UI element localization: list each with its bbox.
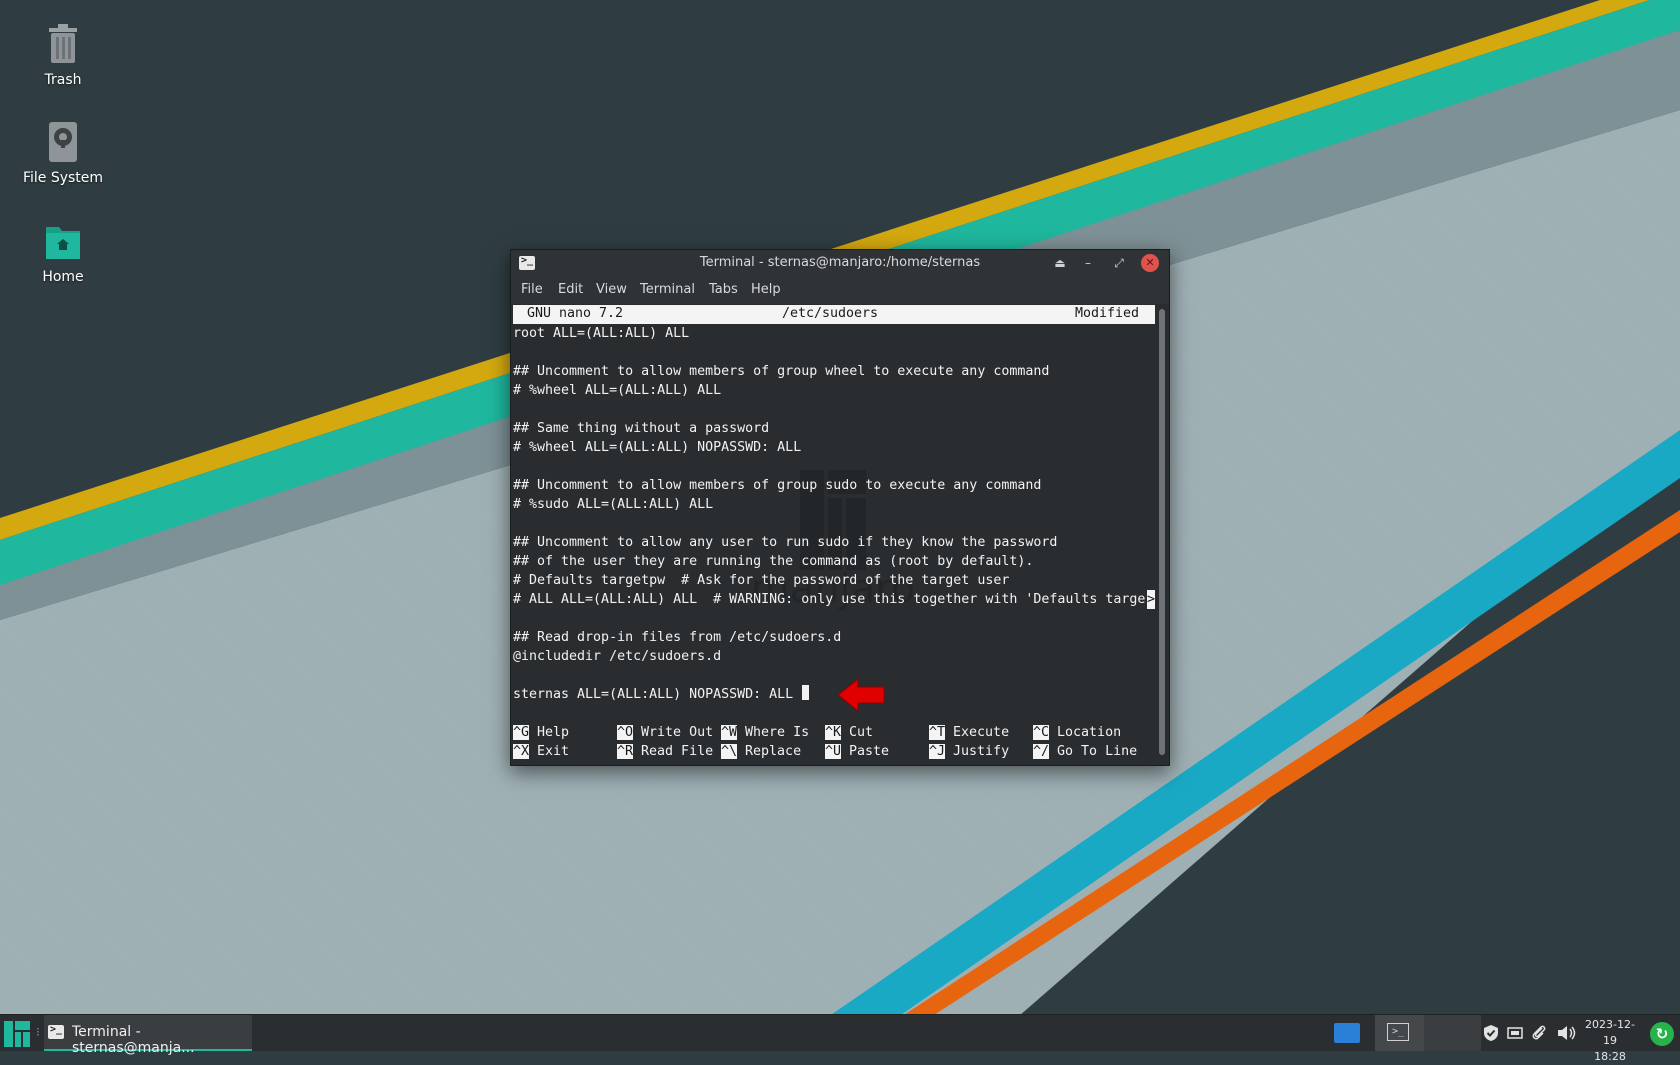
shortcut-where-is[interactable]: ^W Where Is [721,723,809,742]
network-icon[interactable] [1506,1024,1524,1042]
shortcut-read-file[interactable]: ^R Read File [617,742,713,761]
menu-terminal[interactable]: Terminal [640,282,695,297]
editor-line: # %wheel ALL=(ALL:ALL) NOPASSWD: ALL [513,440,802,455]
editor-line: # ALL ALL=(ALL:ALL) ALL # WARNING: only … [513,592,1146,607]
editor-line: # %sudo ALL=(ALL:ALL) ALL [513,497,714,512]
shield-icon[interactable] [1482,1024,1500,1042]
shortcut-replace[interactable]: ^\ Replace [721,742,801,761]
trash-icon [49,24,77,63]
shortcut-write-out[interactable]: ^O Write Out [617,723,713,742]
window-title: Terminal - sternas@manjaro:/home/sternas [699,255,981,270]
editor-line-text: sternas ALL=(ALL:ALL) NOPASSWD: ALL [513,687,802,702]
menu-edit[interactable]: Edit [558,282,583,297]
shortcut-cut[interactable]: ^K Cut [825,723,873,742]
home-folder-icon [46,227,80,259]
menu-bar: File Edit View Terminal Tabs Help [511,277,1169,304]
update-notifier-icon[interactable]: ↻ [1650,1022,1674,1046]
menu-help[interactable]: Help [751,282,781,297]
shortcut-exit[interactable]: ^X Exit [513,742,569,761]
clock[interactable]: 2023-12-19 18:28 [1580,1017,1640,1065]
taskbar-separator: ⁝ [36,1025,40,1039]
editor-line: # %wheel ALL=(ALL:ALL) ALL [513,383,722,398]
text-cursor [802,685,810,700]
paperclip-icon[interactable] [1530,1024,1548,1042]
editor-line: @includedir /etc/sudoers.d [513,649,722,664]
editor-line-current: sternas ALL=(ALL:ALL) NOPASSWD: ALL [513,685,810,704]
line-overflow-marker: > [1147,590,1155,609]
menu-view[interactable]: View [596,282,627,297]
shortcut-justify[interactable]: ^J Justify [929,742,1009,761]
nano-version: GNU nano 7.2 [527,306,624,321]
editor-line: root ALL=(ALL:ALL) ALL [513,326,690,341]
editor-line: ## Uncomment to allow members of group s… [513,478,1042,493]
terminal-scrollbar[interactable] [1157,305,1167,763]
clock-time: 18:28 [1594,1050,1626,1063]
hard-drive-icon [49,122,77,162]
menu-tabs[interactable]: Tabs [709,282,738,297]
menu-file[interactable]: File [521,282,543,297]
volume-icon[interactable] [1556,1024,1578,1042]
shortcut-location[interactable]: ^C Location [1033,723,1121,742]
close-button[interactable]: ✕ [1141,254,1159,272]
terminal-app-icon: >_ [48,1024,64,1039]
nano-header: GNU nano 7.2 /etc/sudoers Modified [513,305,1155,324]
desktop-icon-label: File System [22,170,104,186]
workspace-2[interactable]: >_ [1375,1015,1424,1051]
taskbar-item-terminal[interactable]: >_ Terminal - sternas@manja... [44,1015,252,1056]
shade-button[interactable]: ⏏ [1051,254,1069,272]
editor-line: # Defaults targetpw # Ask for the passwo… [513,573,1010,588]
nano-filename: /etc/sudoers [782,306,879,321]
terminal-thumbnail-icon: >_ [1387,1023,1409,1041]
taskbar-item-label: Terminal - sternas@manja... [72,1024,195,1056]
editor-line: ## Read drop-in files from /etc/sudoers.… [513,630,842,645]
window-titlebar[interactable]: >_ Terminal - sternas@manjaro:/home/ster… [511,250,1169,277]
shortcut-go-to-line[interactable]: ^/ Go To Line [1033,742,1137,761]
manjaro-menu-icon[interactable] [4,1021,30,1047]
editor-line: ## Uncomment to allow any user to run su… [513,535,1058,550]
shortcut-execute[interactable]: ^T Execute [929,723,1009,742]
desktop-icon-home[interactable]: Home [14,219,112,285]
editor-line: ## Uncomment to allow members of group w… [513,364,1050,379]
shortcut-help[interactable]: ^G Help [513,723,569,742]
red-arrow-icon [837,677,885,713]
desktop-icon-label: Trash [44,72,82,88]
scrollbar-thumb[interactable] [1159,309,1165,755]
shortcut-paste[interactable]: ^U Paste [825,742,889,761]
editor-line: ## of the user they are running the comm… [513,554,1034,569]
workspace-3[interactable] [1424,1015,1481,1051]
editor-line: ## Same thing without a password [513,421,770,436]
maximize-button[interactable]: ⤢ [1110,254,1128,272]
desktop-icon-file-system[interactable]: File System [14,120,112,186]
terminal-content[interactable]: manjaro GNU nano 7.2 /etc/sudoers Modifi… [513,305,1155,763]
clock-date: 2023-12-19 [1585,1018,1635,1047]
desktop-icon-label: Home [42,269,84,285]
nano-status: Modified [1075,306,1140,321]
taskbar: ⁝ >_ Terminal - sternas@manja... >_ 2023… [0,1014,1680,1063]
minimize-button[interactable]: – [1079,254,1097,272]
workspace-1[interactable] [1334,1023,1360,1043]
desktop-icon-trash[interactable]: Trash [14,22,112,88]
